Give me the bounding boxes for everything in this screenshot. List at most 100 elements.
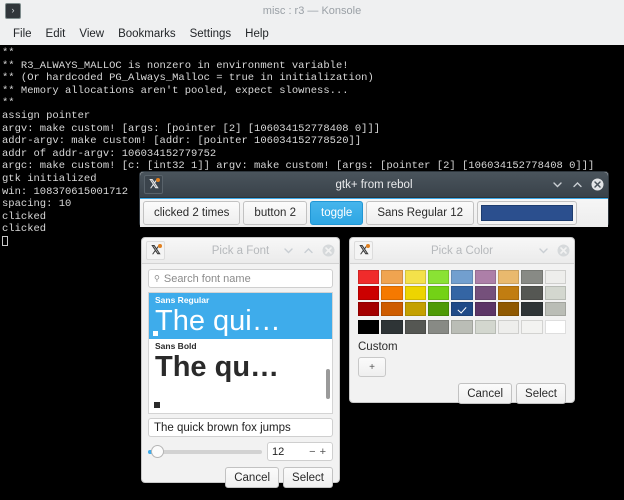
color-swatch[interactable] <box>521 320 543 334</box>
color-swatch[interactable] <box>428 320 450 334</box>
color-swatch[interactable] <box>451 302 473 316</box>
x-app-icon: 𝕏 <box>144 175 163 194</box>
color-swatch[interactable] <box>544 320 566 334</box>
color-swatch <box>481 205 574 221</box>
color-palette-gray <box>358 320 566 334</box>
maximize-icon[interactable] <box>302 244 315 257</box>
color-swatch[interactable] <box>521 270 543 284</box>
menu-help[interactable]: Help <box>238 26 276 42</box>
menu-settings[interactable]: Settings <box>183 26 239 42</box>
cancel-button[interactable]: Cancel <box>458 383 513 404</box>
color-swatch[interactable] <box>474 302 496 316</box>
color-swatch[interactable] <box>451 286 473 300</box>
color-swatch[interactable] <box>381 270 403 284</box>
increment-icon[interactable]: + <box>318 446 328 458</box>
menu-view[interactable]: View <box>72 26 111 42</box>
color-swatch[interactable] <box>451 320 473 334</box>
add-custom-color-button[interactable]: + <box>358 357 386 377</box>
font-preview-input[interactable]: The quick brown fox jumps <box>148 418 333 437</box>
menu-file[interactable]: File <box>6 26 39 42</box>
font-list-scrollbar[interactable] <box>326 369 330 399</box>
color-swatch[interactable] <box>544 286 566 300</box>
font-sample: The qui… <box>155 306 281 336</box>
color-swatch[interactable] <box>358 286 380 300</box>
gtk-main-toolbar: clicked 2 times button 2 toggle Sans Reg… <box>140 198 608 227</box>
color-swatch[interactable] <box>474 286 496 300</box>
color-swatch[interactable] <box>544 302 566 316</box>
color-swatch[interactable] <box>404 320 426 334</box>
selected-indicator <box>153 331 158 336</box>
slider-track <box>148 449 262 454</box>
minimize-icon[interactable] <box>282 244 295 257</box>
select-button[interactable]: Select <box>516 383 566 404</box>
gtk-main-window-controls <box>551 178 604 191</box>
color-swatch[interactable] <box>498 302 520 316</box>
minimize-icon[interactable] <box>537 244 550 257</box>
color-swatch[interactable] <box>428 302 450 316</box>
close-icon[interactable] <box>322 244 335 257</box>
font-chooser-button[interactable]: Sans Regular 12 <box>366 201 475 225</box>
color-dialog-body: Custom + Cancel Select <box>350 264 574 410</box>
font-search-input[interactable]: ⚲ Search font name <box>148 269 333 288</box>
cancel-button[interactable]: Cancel <box>225 467 280 488</box>
font-size-slider[interactable] <box>148 445 262 459</box>
x-app-icon: 𝕏 <box>354 241 373 260</box>
color-swatch[interactable] <box>428 270 450 284</box>
font-dialog-actions: Cancel Select <box>148 467 333 488</box>
font-list[interactable]: Sans Regular The qui… Sans Bold The qu… <box>148 292 333 414</box>
konsole-titlebar[interactable]: › misc : r3 — Konsole <box>0 0 624 22</box>
color-swatch[interactable] <box>381 320 403 334</box>
color-swatch[interactable] <box>498 320 520 334</box>
color-swatch[interactable] <box>474 270 496 284</box>
color-swatch[interactable] <box>498 286 520 300</box>
menu-bookmarks[interactable]: Bookmarks <box>111 26 183 42</box>
font-picker-dialog: 𝕏 Pick a Font ⚲ Search font name Sans Re… <box>141 237 340 488</box>
color-swatch[interactable] <box>358 270 380 284</box>
color-dialog-titlebar[interactable]: 𝕏 Pick a Color <box>350 238 574 264</box>
menu-edit[interactable]: Edit <box>39 26 73 42</box>
color-swatch[interactable] <box>498 270 520 284</box>
color-swatch[interactable] <box>358 302 380 316</box>
maximize-icon[interactable] <box>571 178 584 191</box>
color-swatch[interactable] <box>404 270 426 284</box>
list-marker <box>154 402 160 408</box>
font-size-stepper[interactable]: 12 − + <box>267 442 333 461</box>
font-dialog-body: ⚲ Search font name Sans Regular The qui…… <box>142 264 339 494</box>
list-item[interactable]: Sans Bold The qu… <box>149 339 332 385</box>
color-picker-dialog: 𝕏 Pick a Color Custom + Cancel Select <box>349 237 575 404</box>
color-swatch[interactable] <box>521 286 543 300</box>
color-palette <box>358 270 566 316</box>
color-swatch[interactable] <box>404 302 426 316</box>
button-2[interactable]: button 2 <box>243 201 307 225</box>
gtk-main-window: 𝕏 gtk+ from rebol clicked 2 times button… <box>139 171 609 227</box>
color-swatch[interactable] <box>544 270 566 284</box>
font-dialog-titlebar[interactable]: 𝕏 Pick a Font <box>142 238 339 264</box>
font-name: Sans Regular <box>155 295 210 305</box>
close-icon[interactable] <box>591 178 604 191</box>
select-button[interactable]: Select <box>283 467 333 488</box>
gtk-main-titlebar[interactable]: 𝕏 gtk+ from rebol <box>140 172 608 198</box>
toggle-button[interactable]: toggle <box>310 201 364 225</box>
font-size-value: 12 <box>272 445 285 458</box>
color-swatch[interactable] <box>358 320 380 334</box>
color-swatch[interactable] <box>428 286 450 300</box>
color-swatch[interactable] <box>404 286 426 300</box>
close-icon[interactable] <box>557 244 570 257</box>
list-item[interactable]: Sans Regular The qui… <box>149 293 332 339</box>
color-swatch[interactable] <box>474 320 496 334</box>
font-size-row: 12 − + <box>148 442 333 461</box>
color-swatch[interactable] <box>381 286 403 300</box>
font-name: Sans Bold <box>155 341 197 351</box>
minimize-icon[interactable] <box>551 178 564 191</box>
color-dialog-window-controls <box>537 244 570 257</box>
color-chooser-button[interactable] <box>477 201 578 225</box>
clicked-counter-button[interactable]: clicked 2 times <box>143 201 241 225</box>
screen: › misc : r3 — Konsole File Edit View Boo… <box>0 0 624 500</box>
slider-knob[interactable] <box>151 445 164 458</box>
custom-label: Custom <box>358 341 398 353</box>
color-swatch[interactable] <box>381 302 403 316</box>
decrement-icon[interactable]: − <box>307 446 317 458</box>
x-app-icon: 𝕏 <box>146 241 165 260</box>
color-swatch[interactable] <box>521 302 543 316</box>
color-swatch[interactable] <box>451 270 473 284</box>
